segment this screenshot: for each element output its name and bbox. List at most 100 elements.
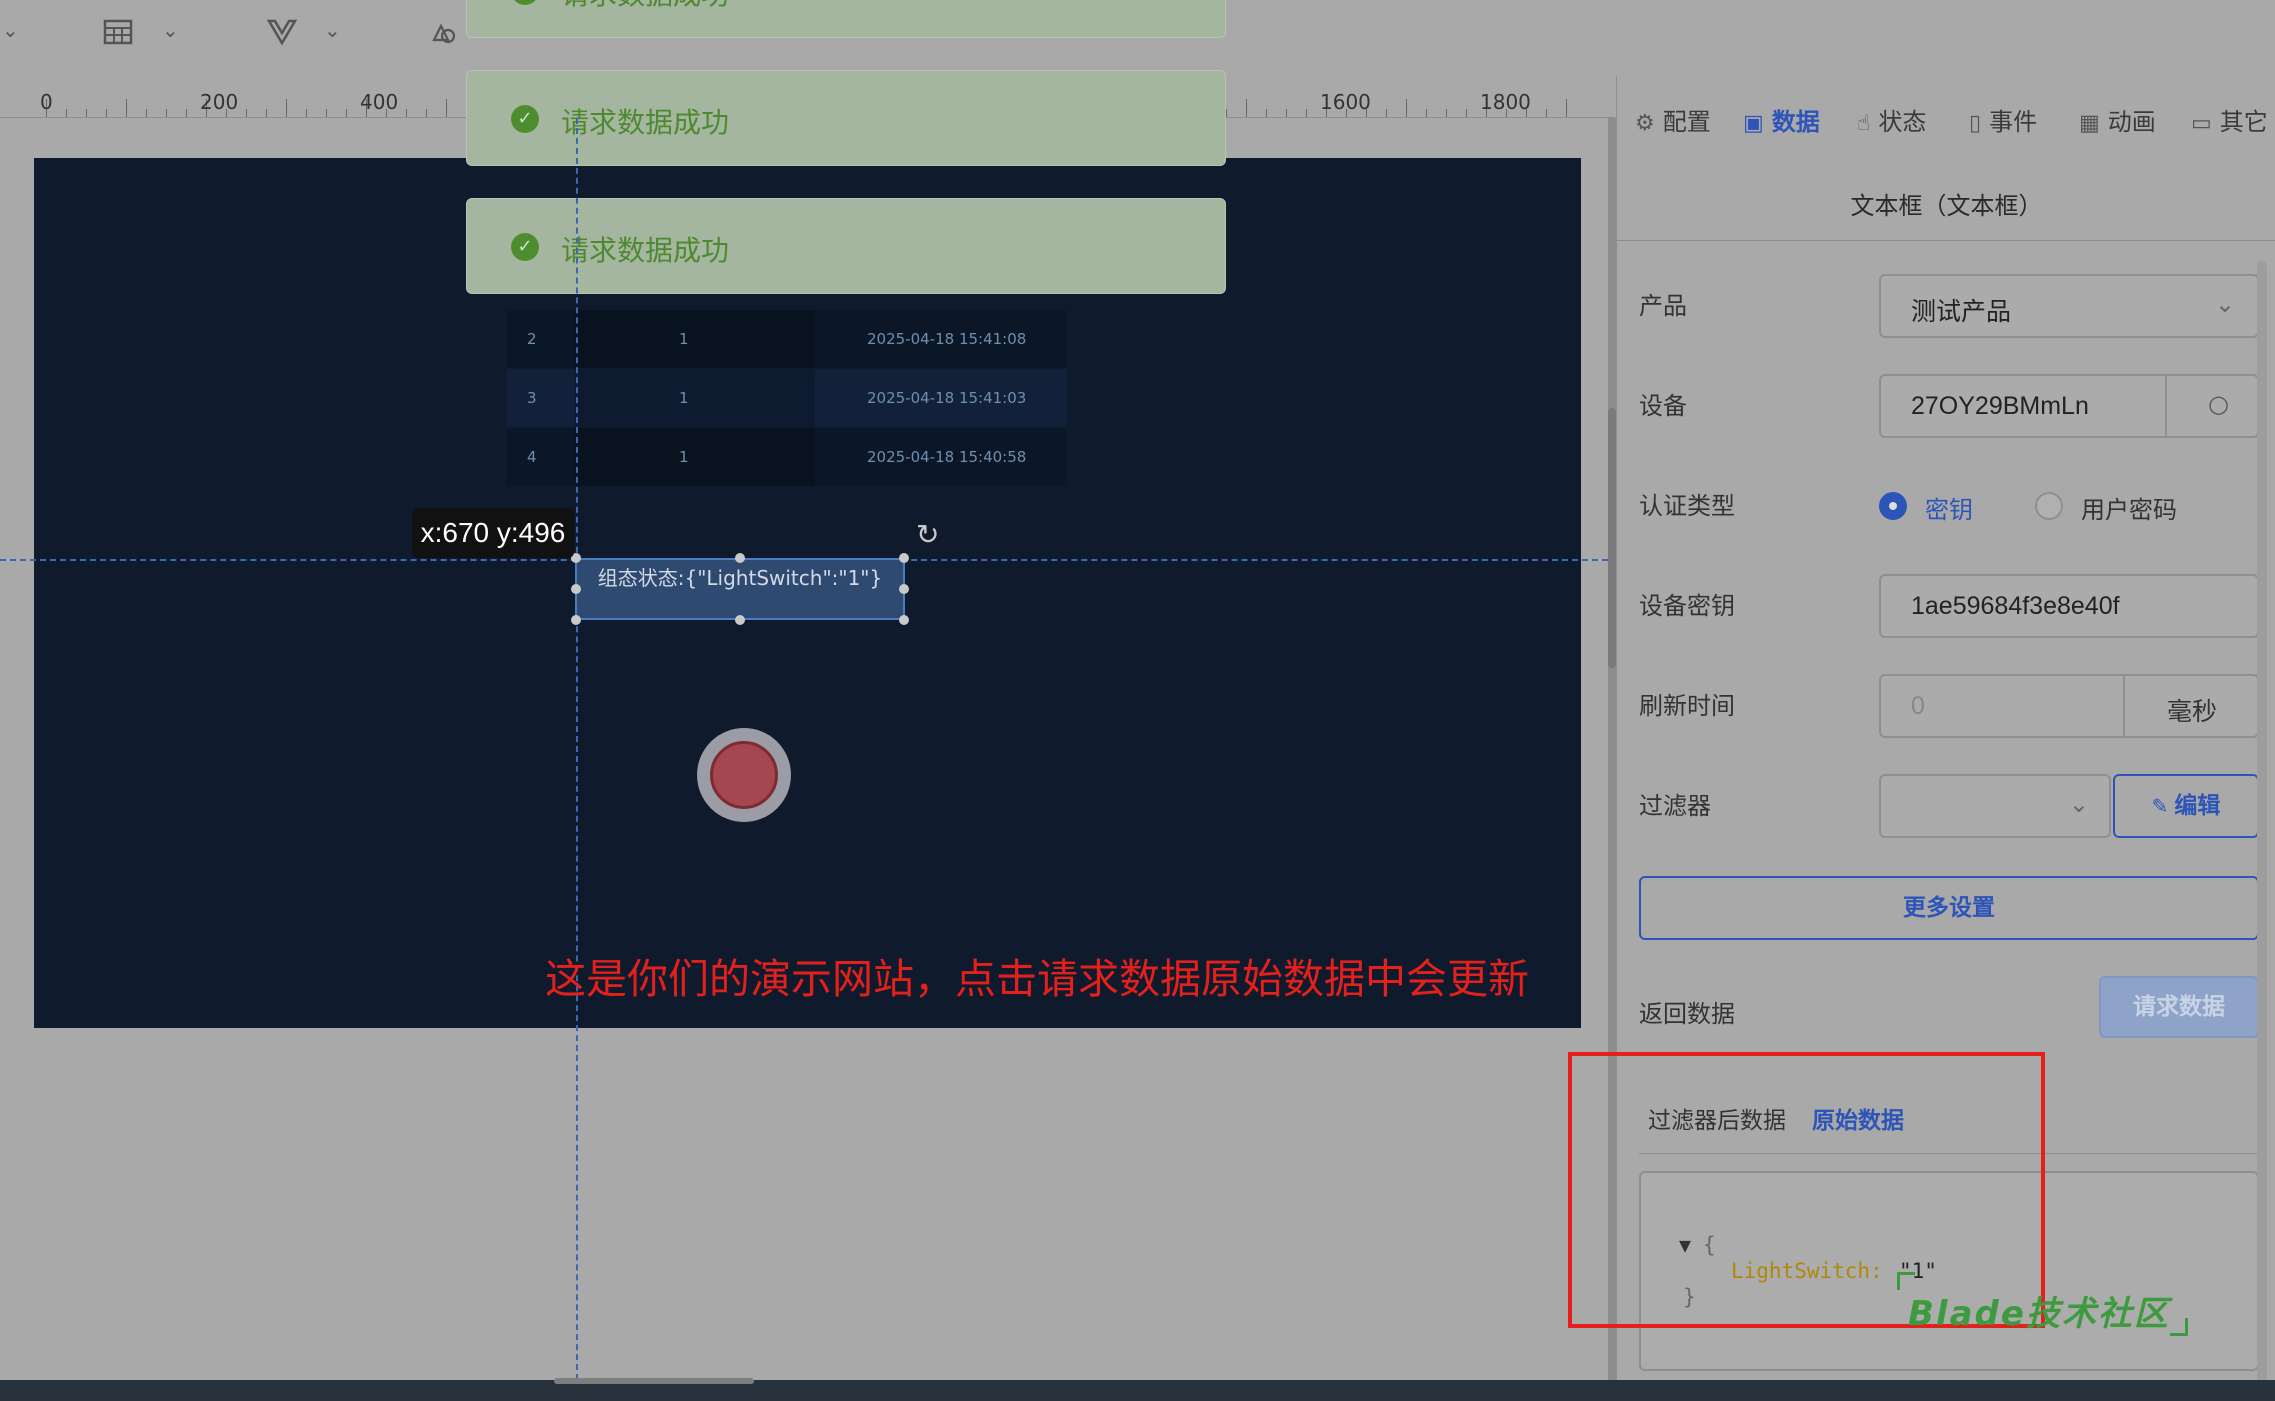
chevron-down-icon[interactable]: ⌄ — [162, 18, 179, 42]
radio-user-password-label[interactable]: 用户密码 — [2081, 490, 2177, 525]
ruler-tick — [346, 109, 347, 117]
search-icon[interactable]: ○ — [2208, 390, 2229, 418]
coordinate-tooltip: x:670 y:496 — [412, 508, 574, 558]
table-row: 4 1 2025-04-18 15:40:58 — [507, 428, 1067, 486]
ruler-label: 400 — [360, 90, 399, 114]
more-settings-button[interactable]: 更多设置 — [1639, 876, 2259, 940]
ruler-tick — [186, 109, 187, 117]
ruler-tick — [106, 109, 107, 117]
chevron-down-icon[interactable]: ⌄ — [324, 18, 341, 42]
product-label: 产品 — [1639, 292, 1687, 320]
edit-filter-button[interactable]: ✎ 编辑 — [2113, 774, 2259, 838]
ruler-tick — [1546, 109, 1547, 117]
ruler-label: 1600 — [1320, 90, 1371, 114]
editor-scrollbar-thumb[interactable] — [1608, 408, 1616, 668]
ruler-tick — [86, 109, 87, 117]
panel-scrollbar[interactable] — [2257, 261, 2267, 1401]
ruler-tick — [246, 109, 247, 117]
ruler-tick — [326, 109, 327, 117]
ruler-tick — [1446, 109, 1447, 117]
ruler-tick — [1406, 99, 1407, 117]
tab-label: 其它 — [2219, 108, 2268, 136]
chevron-down-icon[interactable]: ⌄ — [2, 18, 19, 42]
tab-event[interactable]: ▯ 事件 — [1969, 102, 2037, 137]
check-circle-icon: ✓ — [511, 233, 539, 261]
chevron-down-icon: ⌄ — [2068, 790, 2089, 818]
refresh-input[interactable]: 0 毫秒 — [1879, 674, 2259, 738]
refresh-unit: 毫秒 — [2167, 697, 2218, 726]
check-circle-icon: ✓ — [511, 105, 539, 133]
refresh-placeholder: 0 — [1911, 692, 1925, 720]
radio-secret-label[interactable]: 密钥 — [1925, 490, 1973, 525]
ruler-tick — [146, 109, 147, 117]
secret-label: 设备密钥 — [1639, 592, 1735, 620]
row-time: 2025-04-18 15:40:58 — [867, 448, 1027, 466]
tab-label: 数据 — [1771, 108, 1820, 136]
row-index: 3 — [527, 389, 537, 407]
auth-type-label: 认证类型 — [1639, 492, 1735, 520]
radio-secret[interactable] — [1879, 492, 1907, 520]
resize-handle[interactable] — [899, 615, 909, 625]
tab-other[interactable]: ▭ 其它 — [2191, 102, 2268, 137]
success-toast: ✓ 请求数据成功 — [466, 70, 1226, 166]
tab-label: 配置 — [1662, 108, 1711, 136]
row-value: 1 — [679, 330, 689, 348]
vue-icon[interactable] — [262, 16, 302, 52]
secret-value: 1ae59684f3e8e40f — [1911, 592, 2120, 620]
check-circle-icon: ✓ — [511, 0, 539, 5]
resize-handle[interactable] — [899, 553, 909, 563]
resize-handle[interactable] — [735, 553, 745, 563]
ruler-tick — [1466, 109, 1467, 117]
chevron-down-icon: ⌄ — [2214, 290, 2235, 318]
filter-select[interactable]: ⌄ — [1879, 774, 2111, 838]
resize-handle[interactable] — [571, 615, 581, 625]
ruler-tick — [286, 99, 287, 117]
divider — [1617, 240, 2275, 241]
ruler-tick — [406, 109, 407, 117]
resize-handle[interactable] — [735, 615, 745, 625]
row-index: 2 — [527, 330, 537, 348]
watermark-text: Blade技术社区 — [1908, 1294, 2170, 1334]
ruler-tick — [1286, 109, 1287, 117]
product-select[interactable]: 测试产品 ⌄ — [1879, 274, 2259, 338]
device-input[interactable]: 27OY29BMmLn ○ — [1879, 374, 2259, 438]
mouse-icon: ▯ — [1969, 111, 1982, 136]
edit-button-label: 编辑 — [2174, 793, 2221, 819]
resize-handle[interactable] — [899, 584, 909, 594]
ruler-tick — [166, 109, 167, 117]
gear-icon: ⚙ — [1635, 111, 1655, 136]
table-icon[interactable] — [98, 16, 138, 52]
tab-state[interactable]: ☝ 状态 — [1857, 102, 1926, 137]
row-time: 2025-04-18 15:41:08 — [867, 330, 1027, 348]
tab-label: 状态 — [1878, 108, 1927, 136]
row-time: 2025-04-18 15:41:03 — [867, 389, 1027, 407]
shapes-icon[interactable] — [422, 16, 462, 52]
toast-message: 请求数据成功 — [561, 0, 729, 13]
ruler-tick — [1566, 99, 1567, 117]
horizontal-scrollbar-thumb[interactable] — [554, 1378, 754, 1384]
secret-input[interactable]: 1ae59684f3e8e40f — [1879, 574, 2259, 638]
tab-data[interactable]: ▣ 数据 — [1743, 102, 1820, 137]
resize-handle[interactable] — [571, 584, 581, 594]
radio-user-password[interactable] — [2035, 492, 2063, 520]
rotate-icon[interactable]: ↻ — [916, 518, 939, 551]
toast-message: 请求数据成功 — [561, 234, 730, 267]
toast-message: 请求数据成功 — [561, 106, 730, 139]
request-data-button[interactable]: 请求数据 — [2099, 976, 2259, 1038]
bottom-bar — [0, 1380, 2275, 1401]
ruler-tick — [306, 109, 307, 117]
pencil-icon: ✎ — [2151, 794, 2169, 818]
table-row: 3 1 2025-04-18 15:41:03 — [507, 369, 1067, 427]
ruler-tick — [426, 109, 427, 117]
tab-config[interactable]: ⚙ 配置 — [1635, 102, 1711, 137]
tab-animation[interactable]: ▦ 动画 — [2079, 102, 2156, 137]
tab-label: 动画 — [2107, 108, 2156, 136]
device-value: 27OY29BMmLn — [1911, 392, 2089, 420]
ruler-tick — [266, 109, 267, 117]
success-toast: ✓ 请求数据成功 — [466, 0, 1226, 38]
row-index: 4 — [527, 448, 537, 466]
ruler-tick — [66, 109, 67, 117]
data-icon: ▣ — [1743, 111, 1764, 136]
ruler-label: 0 — [40, 90, 53, 114]
grid-icon: ▦ — [2079, 111, 2100, 136]
